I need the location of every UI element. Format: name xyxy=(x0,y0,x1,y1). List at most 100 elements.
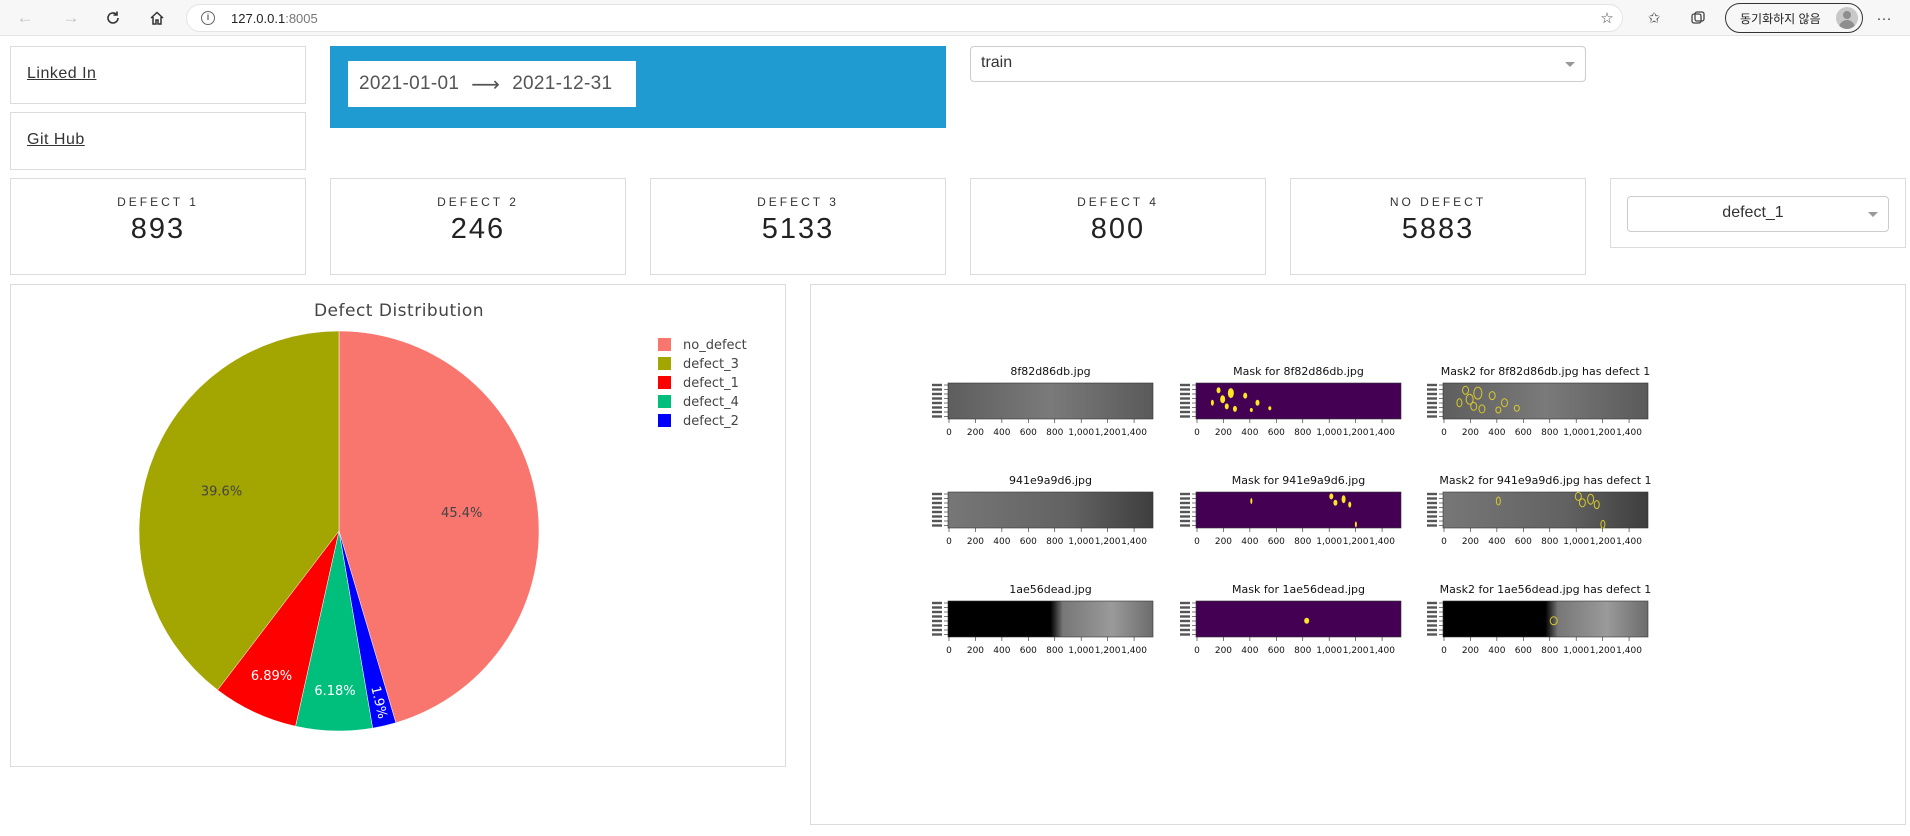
legend-item-defect_2[interactable]: defect_2 xyxy=(683,414,739,429)
kpi-value: 246 xyxy=(450,213,506,245)
x-tick-label: 200 xyxy=(1462,537,1479,547)
url-text: 127.0.0.1:8005 xyxy=(231,11,318,26)
legend-item-defect_3[interactable]: defect_3 xyxy=(683,357,739,372)
defect-distribution-chart: Defect Distribution 45.4% 1.9% 6.18% 6.89% 39… xyxy=(10,284,786,767)
url-host: 127.0.0.1 xyxy=(231,11,286,26)
y-tick-label xyxy=(932,492,942,496)
x-tick-label: 1,000 xyxy=(1563,646,1589,656)
x-tick-label: 600 xyxy=(1268,428,1285,438)
x-tick-label: 1,000 xyxy=(1068,537,1094,547)
profile-label: 동기화하지 않음 xyxy=(1740,11,1821,26)
github-link[interactable]: Git Hub xyxy=(27,131,85,149)
x-tick-label: 800 xyxy=(1294,537,1311,547)
kpi-label: NO DEFECT xyxy=(1389,195,1487,209)
y-tick-label xyxy=(932,506,942,509)
home-icon[interactable] xyxy=(146,7,168,29)
image-subplot: Mask2 for 1ae56dead.jpg has defect 1 0 200… xyxy=(1427,583,1651,656)
slice-label: 39.6% xyxy=(201,484,242,499)
kpi-defect-1: DEFECT 1 893 xyxy=(10,178,306,275)
y-tick-label xyxy=(1427,515,1437,518)
kpi-value: 800 xyxy=(1090,213,1146,245)
x-tick-label: 1,400 xyxy=(1616,428,1642,438)
favorites-icon[interactable]: ✩ xyxy=(1644,8,1664,28)
linkedin-link[interactable]: Linked In xyxy=(27,65,96,83)
x-tick-label: 200 xyxy=(1462,428,1479,438)
y-tick-label xyxy=(1180,383,1190,387)
kpi-defect-2: DEFECT 2 246 xyxy=(330,178,626,275)
x-tick-label: 800 xyxy=(1541,646,1558,656)
image-subplot: 1ae56dead.jpg 0 200 400 600 800 1,000 1,200 1,40… xyxy=(932,583,1154,656)
subplot-title: 1ae56dead.jpg xyxy=(1009,583,1092,596)
x-tick-label: 1,000 xyxy=(1316,428,1342,438)
image-subplot: Mask for 1ae56dead.jpg 0 200 400 600 800 1,000… xyxy=(1180,583,1402,656)
x-tick-label: 400 xyxy=(1488,537,1505,547)
x-tick-label: 0 xyxy=(1194,428,1200,438)
subplot-title: Mask2 for 8f82d86db.jpg has defect 1 xyxy=(1441,365,1650,378)
y-tick-label xyxy=(932,497,942,500)
x-tick-label: 200 xyxy=(967,537,984,547)
legend-item-defect_4[interactable]: defect_4 xyxy=(683,395,739,410)
x-tick-label: 800 xyxy=(1541,537,1558,547)
mask-defect-spot xyxy=(1216,387,1221,394)
x-tick-label: 0 xyxy=(946,537,952,547)
y-tick-label xyxy=(1427,383,1437,387)
x-tick-label: 1,200 xyxy=(1095,428,1121,438)
image-subplot: 941e9a9d6.jpg 0 200 400 600 800 1,000 1,200 1,40… xyxy=(932,474,1154,547)
legend-item-defect_1[interactable]: defect_1 xyxy=(683,376,739,391)
x-tick-label: 1,200 xyxy=(1590,646,1616,656)
steel-image xyxy=(1442,382,1649,420)
y-tick-label xyxy=(932,388,942,391)
mask-defect-spot xyxy=(1210,399,1214,406)
x-tick-label: 1,200 xyxy=(1343,537,1369,547)
x-tick-label: 1,000 xyxy=(1316,537,1342,547)
y-tick-label xyxy=(1180,501,1190,505)
legend-item-no_defect[interactable]: no_defect xyxy=(683,338,747,353)
more-icon[interactable]: ··· xyxy=(1874,8,1894,28)
x-tick-label: 400 xyxy=(993,646,1010,656)
defect-select[interactable]: defect_1 xyxy=(1627,196,1889,232)
x-tick-label: 0 xyxy=(1194,537,1200,547)
profile-button[interactable]: 동기화하지 않음 xyxy=(1725,3,1863,33)
x-tick-label: 1,200 xyxy=(1095,537,1121,547)
x-tick-label: 0 xyxy=(946,428,952,438)
collections-icon[interactable] xyxy=(1688,8,1708,28)
back-icon[interactable]: ← xyxy=(14,7,36,29)
y-tick-label xyxy=(932,619,942,623)
date-range-picker[interactable]: 2021-01-01 ⟶ 2021-12-31 xyxy=(348,61,636,107)
site-info-icon[interactable]: i xyxy=(201,11,215,25)
y-tick-label xyxy=(1180,628,1190,632)
x-tick-label: 1,000 xyxy=(1316,646,1342,656)
x-tick-label: 1,400 xyxy=(1369,537,1395,547)
kpi-value: 5883 xyxy=(1401,213,1475,245)
subplot-title: 8f82d86db.jpg xyxy=(1010,365,1090,378)
legend-swatch xyxy=(658,376,671,389)
arrow-right-icon: ⟶ xyxy=(471,73,501,96)
reload-icon[interactable] xyxy=(102,7,124,29)
x-tick-label: 600 xyxy=(1515,537,1532,547)
address-bar[interactable]: i 127.0.0.1:8005 ☆ xyxy=(186,4,1623,32)
y-tick-label xyxy=(1427,406,1437,409)
x-tick-label: 0 xyxy=(1441,646,1447,656)
subplot-title: Mask for 941e9a9d6.jpg xyxy=(1232,474,1365,487)
dataset-select[interactable]: train xyxy=(970,46,1586,82)
x-tick-label: 200 xyxy=(1215,537,1232,547)
x-tick-label: 600 xyxy=(1268,537,1285,547)
x-tick-label: 600 xyxy=(1020,428,1037,438)
end-date[interactable]: 2021-12-31 xyxy=(512,73,612,95)
steel-image xyxy=(1442,600,1649,638)
legend-swatch xyxy=(658,395,671,408)
linkedin-panel: Linked In xyxy=(10,46,306,104)
y-tick-label xyxy=(1427,601,1437,605)
kpi-no-defect: NO DEFECT 5883 xyxy=(1290,178,1586,275)
x-tick-label: 600 xyxy=(1020,646,1037,656)
x-tick-label: 800 xyxy=(1294,646,1311,656)
mask-image xyxy=(1195,600,1402,638)
x-tick-label: 1,400 xyxy=(1369,646,1395,656)
add-favorite-icon[interactable]: ☆ xyxy=(1597,8,1617,28)
y-tick-label xyxy=(1180,524,1190,527)
x-tick-label: 0 xyxy=(1194,646,1200,656)
x-tick-label: 400 xyxy=(993,537,1010,547)
start-date[interactable]: 2021-01-01 xyxy=(359,73,459,95)
forward-icon[interactable]: → xyxy=(60,7,82,29)
kpi-defect-4: DEFECT 4 800 xyxy=(970,178,1266,275)
